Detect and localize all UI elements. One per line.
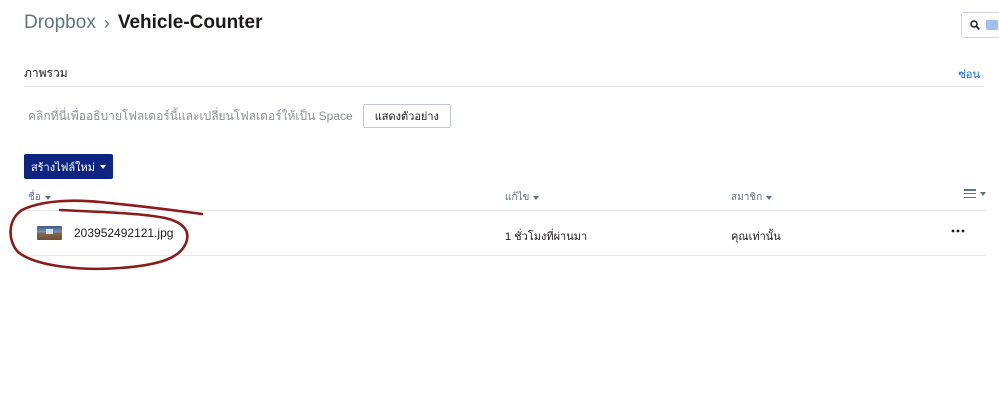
view-toggle-button[interactable]	[964, 189, 986, 198]
sort-caret-icon	[766, 195, 773, 200]
list-view-icon	[964, 189, 976, 198]
sort-caret-icon	[533, 195, 540, 200]
sort-caret-icon	[44, 195, 51, 200]
chevron-down-icon	[980, 191, 986, 196]
column-header-name[interactable]: ชื่อ	[28, 190, 51, 205]
breadcrumb: Dropbox › Vehicle-Counter	[24, 12, 262, 34]
image-thumbnail	[37, 226, 62, 240]
file-name[interactable]: 203952492121.jpg	[74, 226, 173, 240]
table-row[interactable]: 203952492121.jpg 1 ชั่วโมงที่ผ่านมา คุณเ…	[24, 212, 986, 256]
new-file-label: สร้างไฟล์ใหม่	[30, 161, 96, 174]
column-header-modified[interactable]: แก้ไข	[505, 190, 540, 205]
column-header-name-label: ชื่อ	[28, 192, 41, 203]
show-example-button[interactable]: แสดงตัวอย่าง	[362, 104, 451, 128]
column-header-modified-label: แก้ไข	[505, 192, 530, 203]
search-button[interactable]	[961, 12, 999, 38]
folder-description-row: คลิกที่นี่เพื่ออธิบายโฟลเดอร์นี้และเปลี่…	[28, 104, 451, 128]
more-actions-button[interactable]	[950, 225, 966, 237]
search-icon	[970, 20, 980, 30]
page-title: Vehicle-Counter	[117, 12, 263, 33]
new-file-button[interactable]: สร้างไฟล์ใหม่	[24, 154, 113, 179]
breadcrumb-separator: ›	[103, 12, 110, 33]
file-members: คุณเท่านั้น	[731, 231, 781, 243]
folder-description-prompt[interactable]: คลิกที่นี่เพื่ออธิบายโฟลเดอร์นี้และเปลี่…	[28, 107, 353, 126]
hide-overview-link[interactable]: ซ่อน	[958, 65, 980, 83]
file-table-header: ชื่อ แก้ไข สมาชิก	[24, 186, 986, 211]
column-header-members-label: สมาชิก	[731, 192, 763, 203]
breadcrumb-root-link[interactable]: Dropbox	[24, 12, 96, 34]
column-header-members[interactable]: สมาชิก	[731, 190, 773, 205]
chevron-down-icon	[100, 165, 107, 169]
overview-title: ภาพรวม	[24, 66, 68, 80]
overview-header: ภาพรวม ซ่อน	[24, 64, 984, 87]
file-modified: 1 ชั่วโมงที่ผ่านมา	[505, 231, 588, 243]
more-icon	[951, 229, 965, 233]
folder-icon	[986, 20, 998, 30]
